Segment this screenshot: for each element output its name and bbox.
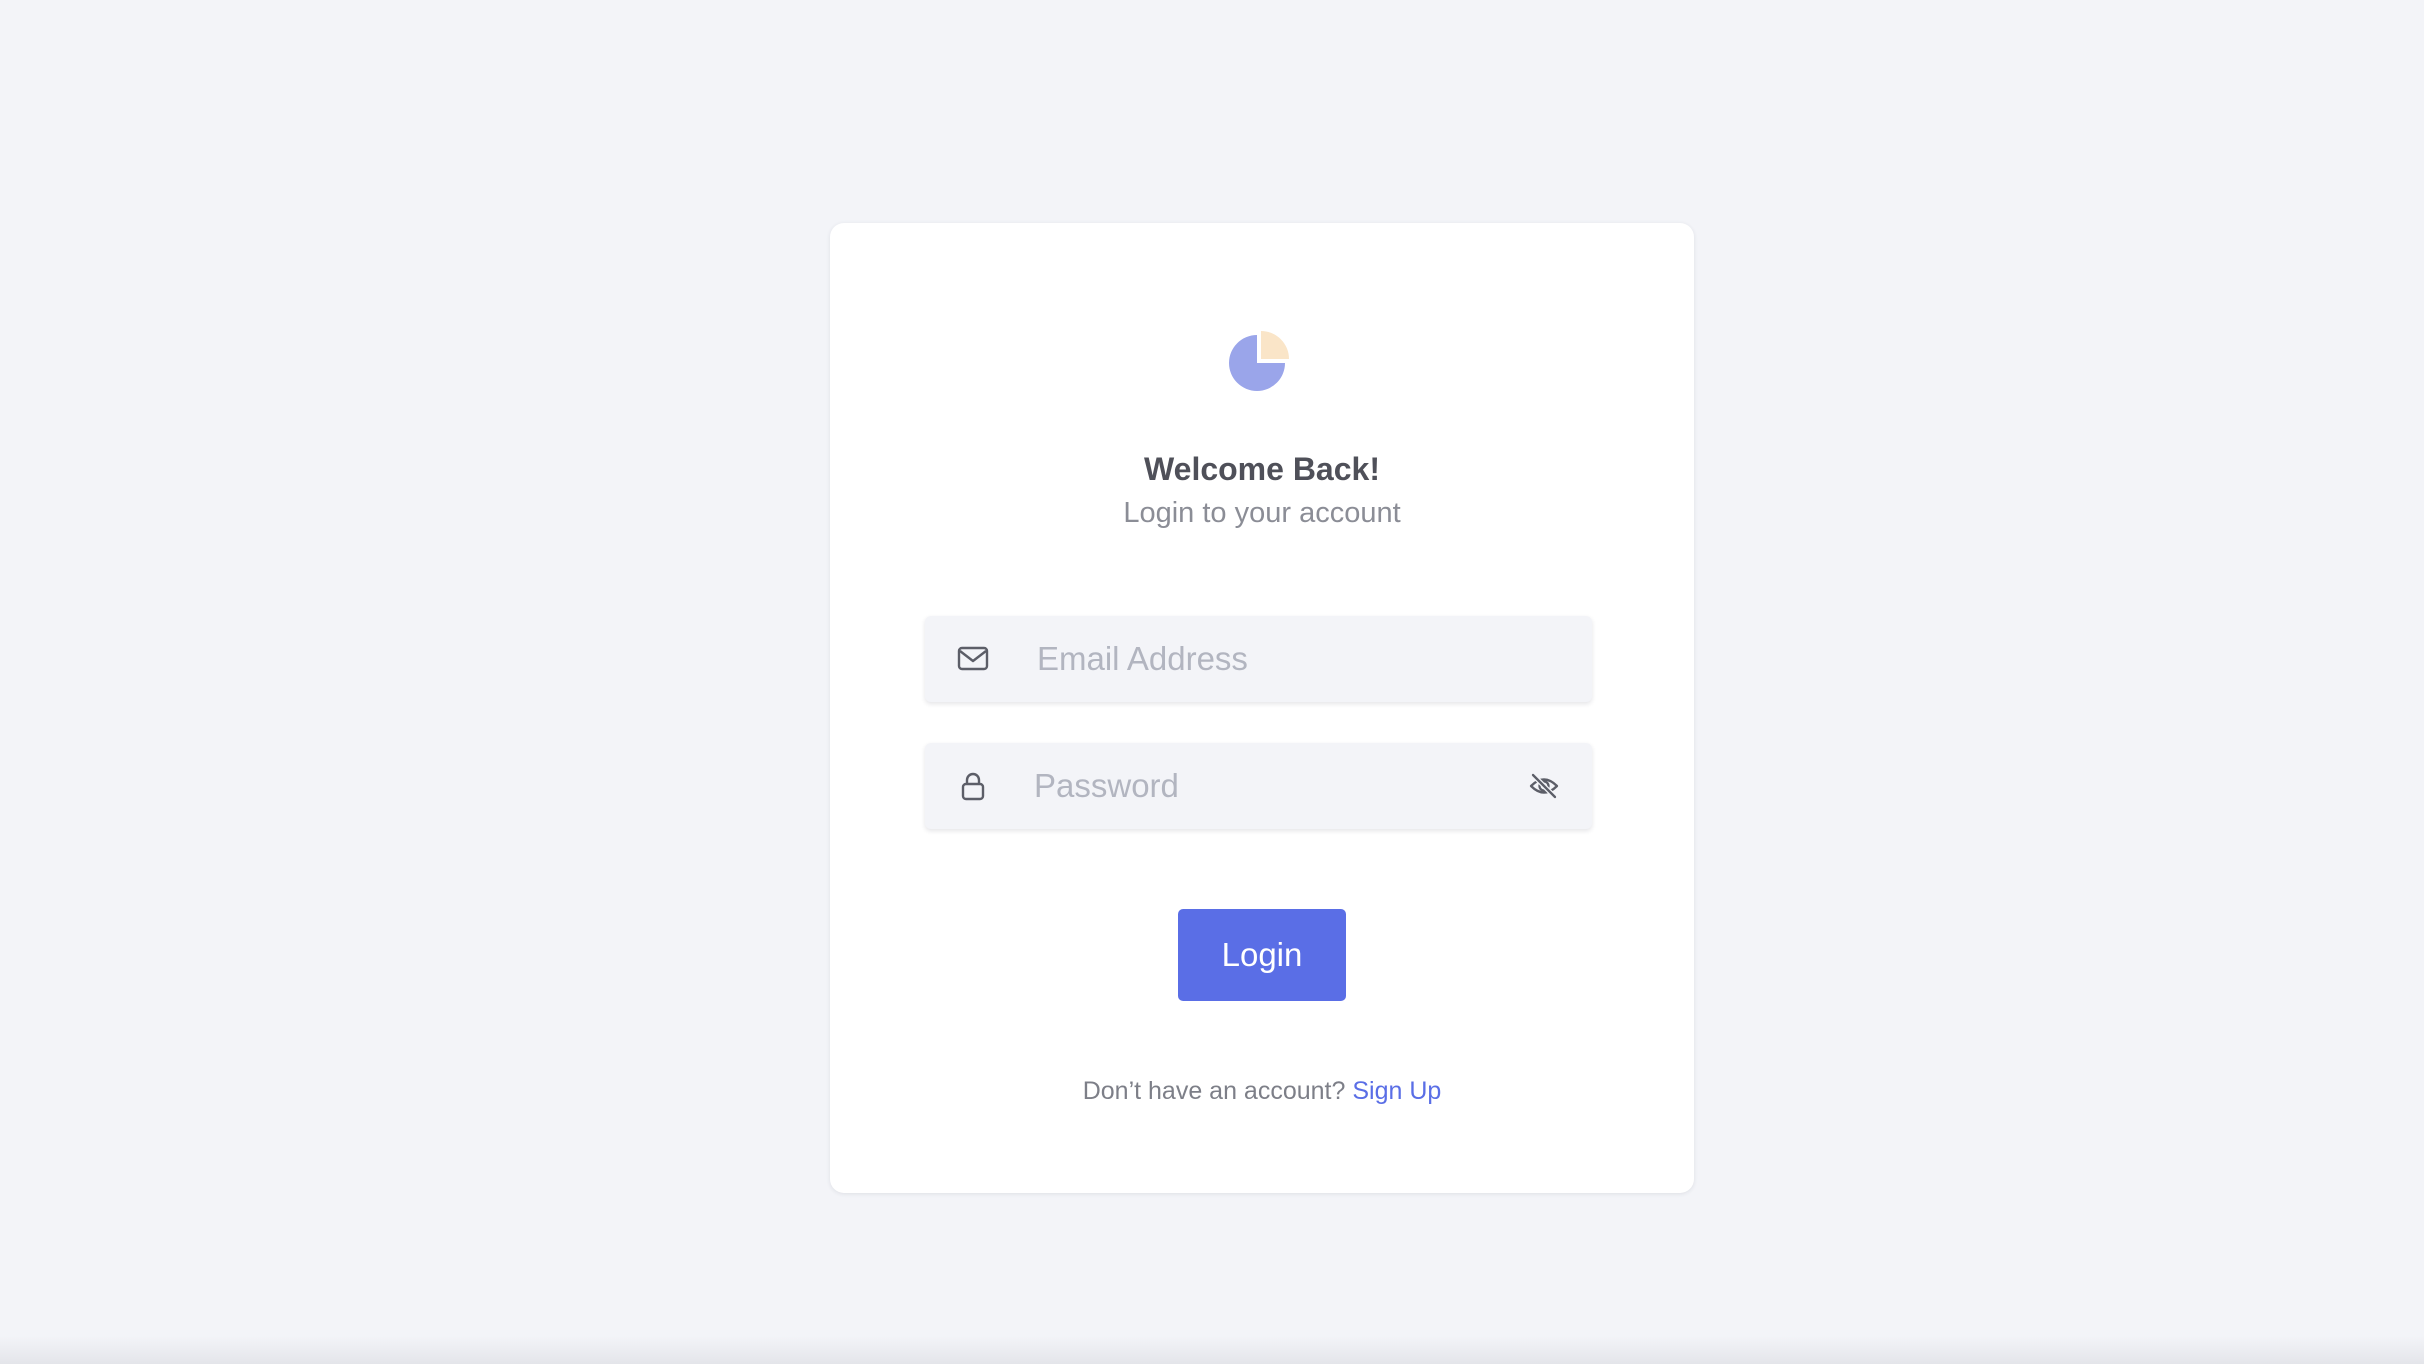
email-input[interactable] — [1037, 616, 1507, 702]
bottom-edge-shade — [0, 1336, 2424, 1364]
password-field[interactable] — [925, 743, 1592, 829]
signup-prompt: Don’t have an account? — [1082, 1077, 1346, 1105]
eye-off-icon[interactable] — [1528, 770, 1560, 802]
signup-link[interactable]: Sign Up — [1352, 1077, 1441, 1105]
login-button[interactable]: Login — [1178, 909, 1346, 1001]
pie-chart-logo-icon — [1225, 323, 1301, 399]
email-field[interactable] — [925, 616, 1592, 702]
page-subtitle: Login to your account — [1123, 497, 1401, 529]
page-title: Welcome Back! — [1144, 451, 1380, 487]
login-card: Welcome Back! Login to your account Emai… — [830, 223, 1694, 1193]
mail-icon — [957, 644, 989, 674]
lock-icon — [957, 771, 989, 801]
signup-prompt-line: Don’t have an account? Sign Up — [830, 1075, 1694, 1107]
password-input[interactable] — [1034, 743, 1504, 829]
